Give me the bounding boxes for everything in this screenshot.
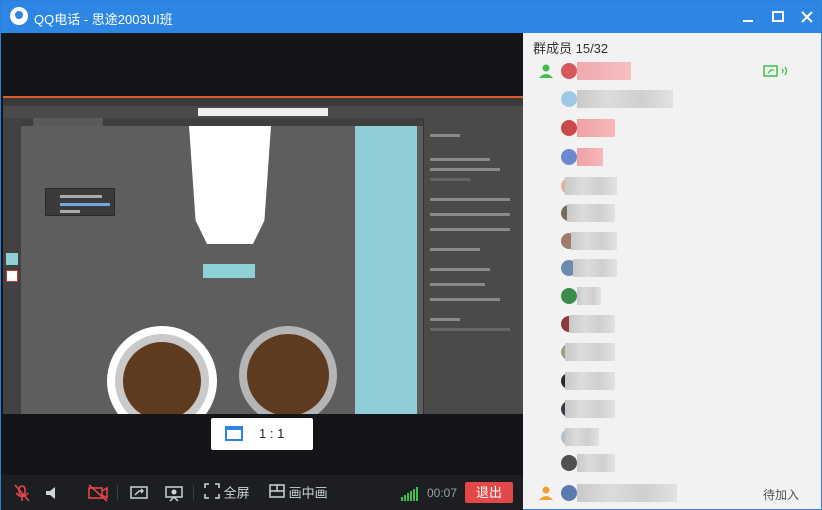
exit-button[interactable]: 退出 xyxy=(465,482,513,503)
avatar xyxy=(561,63,577,79)
properties-panel xyxy=(423,118,523,414)
member-name-redacted xyxy=(569,315,615,333)
member-name-redacted xyxy=(565,372,615,390)
app-options-bar xyxy=(3,106,523,118)
pending-label: 待加入 xyxy=(763,488,800,502)
call-timer: 00:07 xyxy=(427,486,458,500)
list-item[interactable] xyxy=(523,57,821,85)
screen-share-icon[interactable] xyxy=(129,483,149,503)
window-icon xyxy=(225,426,243,441)
avatar xyxy=(561,91,577,107)
speaker-icon[interactable] xyxy=(43,483,61,503)
shared-screen-content xyxy=(3,96,523,414)
app-menu-bar xyxy=(3,98,523,106)
list-item[interactable] xyxy=(523,227,821,255)
shared-screen-video[interactable]: 1 : 1 xyxy=(1,33,523,475)
list-item[interactable] xyxy=(523,367,821,395)
picture-in-picture-button[interactable]: 画中画 xyxy=(269,483,328,503)
list-item[interactable] xyxy=(523,254,821,282)
bottle-shape xyxy=(189,126,271,244)
list-item[interactable] xyxy=(523,114,821,142)
mic-muted-icon[interactable] xyxy=(13,483,31,503)
avatar xyxy=(561,455,577,471)
call-control-bar: 全屏 画中画 00:07 退出 xyxy=(1,475,523,510)
cup-left-coffee xyxy=(123,342,201,414)
list-item[interactable] xyxy=(523,310,821,338)
title-bar: QQ电话 - 思途2003UI班 xyxy=(1,1,821,33)
aspect-ratio-button[interactable]: 1 : 1 xyxy=(211,418,313,450)
picture-in-picture-icon xyxy=(269,483,285,505)
member-name-redacted xyxy=(565,400,615,418)
avatar xyxy=(561,485,577,501)
member-name-redacted xyxy=(577,90,673,108)
cyan-column-shape xyxy=(355,126,417,414)
divider xyxy=(193,485,194,501)
list-item-pending[interactable]: 待加入 xyxy=(523,479,821,507)
member-name-redacted xyxy=(571,232,617,250)
member-name-redacted xyxy=(565,343,615,361)
signal-icon xyxy=(401,485,419,501)
list-item[interactable] xyxy=(523,449,821,477)
user-pending-icon xyxy=(538,485,554,506)
screen-share-speaking-icon xyxy=(763,63,793,84)
list-item[interactable] xyxy=(523,85,821,113)
avatar xyxy=(561,120,577,136)
member-name-redacted xyxy=(565,177,617,195)
list-item[interactable] xyxy=(523,172,821,200)
presenter-icon[interactable] xyxy=(164,483,184,503)
member-name-redacted xyxy=(577,148,603,166)
fullscreen-label: 全屏 xyxy=(223,485,250,501)
design-canvas xyxy=(21,126,423,414)
cup-right-coffee xyxy=(247,334,329,414)
list-item[interactable] xyxy=(523,199,821,227)
aspect-ratio-label: 1 : 1 xyxy=(259,426,285,441)
picture-in-picture-label: 画中画 xyxy=(288,485,328,501)
list-item[interactable] xyxy=(523,395,821,423)
member-name-redacted xyxy=(577,287,601,305)
member-name-redacted xyxy=(567,204,615,222)
list-item[interactable] xyxy=(523,338,821,366)
divider xyxy=(117,485,118,501)
member-name-redacted xyxy=(577,62,631,80)
maximize-icon[interactable] xyxy=(768,7,788,27)
user-icon xyxy=(538,63,554,84)
minimize-icon[interactable] xyxy=(738,7,758,27)
list-item[interactable] xyxy=(523,143,821,171)
qq-logo-icon xyxy=(10,7,28,25)
member-name-redacted xyxy=(565,428,599,446)
member-name-redacted xyxy=(573,259,617,277)
fullscreen-button[interactable]: 全屏 xyxy=(204,483,250,503)
camera-off-icon[interactable] xyxy=(87,483,109,503)
fullscreen-icon xyxy=(204,483,220,505)
member-count-header: 群成员 15/32 xyxy=(533,41,609,56)
member-name-redacted xyxy=(577,484,677,502)
app-toolbox xyxy=(3,118,21,414)
cyan-bar-shape xyxy=(203,264,255,278)
avatar xyxy=(561,288,577,304)
avatar xyxy=(561,149,577,165)
member-name-redacted xyxy=(577,119,615,137)
member-panel: 群成员 15/32 待加入 xyxy=(523,33,821,509)
tool-popup xyxy=(45,188,115,216)
list-item[interactable] xyxy=(523,282,821,310)
list-item[interactable] xyxy=(523,423,821,451)
member-name-redacted xyxy=(577,454,615,472)
qq-call-window: QQ电话 - 思途2003UI班 1: 1 全屏 画中画 00:07 退出 群… xyxy=(0,0,822,510)
window-title: QQ电话 - 思途2003UI班 xyxy=(34,12,173,27)
close-icon[interactable] xyxy=(797,7,817,27)
